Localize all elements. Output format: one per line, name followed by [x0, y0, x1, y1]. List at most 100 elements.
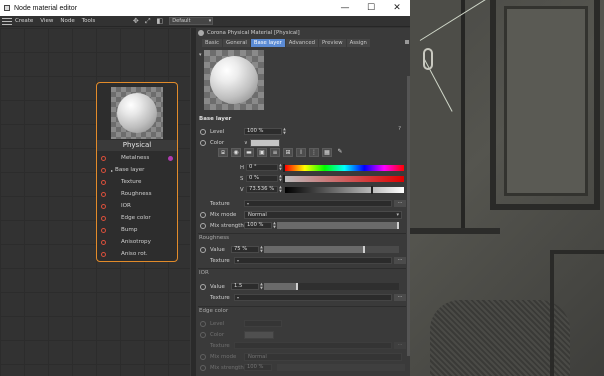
- split-view-icon[interactable]: ◧: [155, 17, 164, 26]
- tab-basic[interactable]: Basic: [202, 39, 223, 47]
- port-bump[interactable]: Bump: [97, 224, 177, 236]
- port-metalness[interactable]: Metalness: [97, 152, 177, 164]
- scrollbar[interactable]: [407, 76, 410, 356]
- spectrum-icon[interactable]: ▬: [244, 148, 254, 157]
- image-icon[interactable]: ▣: [257, 148, 267, 157]
- value-slider-knob[interactable]: [370, 185, 373, 194]
- texture-slot[interactable]: ▾: [244, 200, 392, 207]
- input-port-icon[interactable]: [101, 179, 106, 185]
- texture-browse-button[interactable]: ...: [394, 294, 406, 301]
- roughness-slider-knob[interactable]: [363, 246, 366, 253]
- input-port-icon[interactable]: [101, 251, 106, 257]
- spinner-icon[interactable]: ▲ ▼: [278, 185, 283, 193]
- menu-create[interactable]: Create: [15, 18, 33, 24]
- animation-radio-icon[interactable]: [200, 139, 206, 146]
- hue-slider-knob[interactable]: [283, 163, 285, 172]
- input-port-icon[interactable]: [101, 239, 106, 245]
- section-base-layer: Base layer: [199, 116, 232, 122]
- rgb-icon[interactable]: ≡: [270, 148, 280, 157]
- port-base-layer[interactable]: ▸ Base layer: [97, 164, 177, 176]
- tab-assign[interactable]: Assign: [346, 39, 370, 47]
- animation-radio-icon[interactable]: [200, 246, 206, 253]
- animation-radio-icon[interactable]: [200, 128, 206, 135]
- input-port-icon[interactable]: [101, 215, 106, 221]
- eyedropper-icon[interactable]: ✎: [335, 148, 345, 157]
- attribute-header: Corona Physical Material [Physical]: [198, 29, 408, 37]
- port-edge-color[interactable]: Edge color: [97, 212, 177, 224]
- texture-browse-button[interactable]: ...: [394, 257, 406, 264]
- texture-slot[interactable]: ▾: [234, 257, 392, 264]
- animation-radio-icon: [200, 320, 206, 327]
- expand-triangle-icon[interactable]: ▾: [247, 201, 249, 206]
- expand-triangle-icon[interactable]: ▾: [237, 258, 239, 263]
- mixer-icon[interactable]: ⋮: [309, 148, 319, 157]
- value-input[interactable]: 73.536 %: [246, 186, 278, 193]
- port-ior[interactable]: IOR: [97, 200, 177, 212]
- menu-view[interactable]: View: [40, 18, 53, 24]
- output-port-icon[interactable]: [168, 155, 173, 161]
- minimize-button[interactable]: —: [332, 0, 358, 16]
- animation-radio-icon[interactable]: [200, 283, 206, 290]
- window-frame-left: [410, 0, 465, 230]
- roughness-input[interactable]: 75 %: [231, 246, 259, 253]
- hue-input[interactable]: 0 °: [246, 164, 278, 171]
- pin-icon[interactable]: [405, 40, 409, 44]
- tab-advanced[interactable]: Advanced: [285, 39, 318, 47]
- tab-general[interactable]: General: [223, 39, 250, 47]
- input-port-icon[interactable]: [101, 227, 106, 233]
- tab-preview[interactable]: Preview: [318, 39, 346, 47]
- tab-base-layer[interactable]: Base layer: [250, 39, 285, 47]
- ior-slider-knob[interactable]: [295, 283, 298, 290]
- hamburger-menu-icon[interactable]: [2, 17, 12, 25]
- move-icon[interactable]: ✥: [131, 17, 140, 26]
- port-roughness[interactable]: Roughness: [97, 188, 177, 200]
- collapse-arrow-icon[interactable]: ▾: [199, 52, 202, 58]
- texture-browse-button[interactable]: ...: [394, 200, 406, 207]
- port-aniso-rot[interactable]: Aniso rot.: [97, 248, 177, 260]
- input-port-icon[interactable]: [101, 191, 106, 197]
- input-port-icon[interactable]: [101, 167, 106, 173]
- hsv-icon[interactable]: ⊞: [283, 148, 293, 157]
- expand-color-icon[interactable]: ∨: [244, 140, 248, 146]
- port-texture[interactable]: Texture: [97, 176, 177, 188]
- fit-icon[interactable]: ⤢: [143, 17, 152, 26]
- section-edge-color: Edge color: [199, 308, 229, 314]
- mix-strength-input[interactable]: 100 %: [244, 222, 272, 229]
- input-port-icon[interactable]: [101, 155, 106, 161]
- color-swatch[interactable]: [249, 138, 280, 147]
- ior-input[interactable]: 1.5: [231, 283, 259, 290]
- material-preview[interactable]: [204, 50, 264, 110]
- mix-strength-slider-knob[interactable]: [397, 222, 399, 229]
- node-graph-canvas[interactable]: Physical Metalness ▸ Base layer Texture …: [0, 28, 190, 376]
- kelvin-icon[interactable]: I: [296, 148, 306, 157]
- level-input[interactable]: 100 %: [244, 128, 282, 135]
- value-slider[interactable]: [285, 185, 404, 194]
- close-button[interactable]: ✕: [384, 0, 410, 16]
- color-wheel-icon[interactable]: ◉: [231, 148, 241, 157]
- animation-radio-icon[interactable]: [200, 211, 206, 218]
- ior-slider[interactable]: [264, 283, 399, 290]
- roughness-slider[interactable]: [264, 246, 399, 253]
- swatches-icon[interactable]: ▦: [322, 148, 332, 157]
- expand-triangle-icon[interactable]: ▾: [237, 295, 239, 300]
- spinner-icon[interactable]: ▲ ▼: [282, 127, 287, 135]
- maximize-button[interactable]: ☐: [358, 0, 384, 16]
- menu-tools[interactable]: Tools: [82, 18, 96, 24]
- saturation-slider[interactable]: [283, 174, 404, 183]
- saturation-slider-knob[interactable]: [283, 174, 285, 183]
- input-port-icon[interactable]: [101, 203, 106, 209]
- port-anisotropy[interactable]: Anisotropy: [97, 236, 177, 248]
- saturation-input[interactable]: 0 %: [246, 175, 278, 182]
- menu-node[interactable]: Node: [60, 18, 74, 24]
- animation-radio-icon[interactable]: [200, 222, 206, 229]
- expand-triangle-icon[interactable]: ▸: [111, 168, 113, 173]
- hue-slider[interactable]: [283, 163, 404, 172]
- texture-slot[interactable]: ▾: [234, 294, 392, 301]
- eyedropper-square-icon[interactable]: ⧆: [218, 148, 228, 157]
- color-row: Color ∨: [200, 138, 406, 147]
- mix-strength-slider[interactable]: [277, 222, 399, 229]
- physical-material-node[interactable]: Physical Metalness ▸ Base layer Texture …: [96, 82, 178, 262]
- layout-dropdown[interactable]: Default ▾: [169, 17, 214, 25]
- mix-mode-dropdown[interactable]: Normal ▾: [244, 210, 402, 219]
- edge-mix-strength-row: Mix strength 100 %: [200, 363, 406, 372]
